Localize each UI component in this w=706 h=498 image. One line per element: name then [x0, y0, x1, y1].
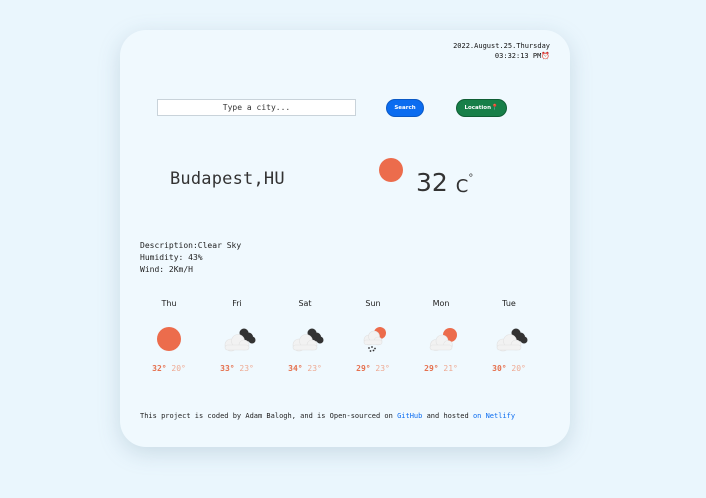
forecast-max: 29° [424, 364, 439, 373]
humidity-row: Humidity: 43% [140, 252, 241, 264]
forecast-min: 23° [375, 364, 390, 373]
current-date: 2022.August.25.Thursday [453, 42, 550, 50]
forecast: Thu 32° 20° Fri 33° 23° Sat 34° 23° Sun … [134, 299, 556, 379]
cloudy-icon [202, 323, 272, 355]
cloudy-icon [270, 323, 340, 355]
forecast-day: Tue 30° 20° [474, 299, 544, 373]
temp-unit: C [455, 176, 469, 197]
forecast-max: 32° [152, 364, 167, 373]
forecast-max: 33° [220, 364, 235, 373]
temp-degree: ° [468, 173, 474, 184]
forecast-min: 20° [171, 364, 186, 373]
github-link[interactable]: GitHub [397, 412, 422, 420]
location-button-label: Location [464, 105, 491, 111]
forecast-temps: 34° 23° [270, 364, 340, 373]
forecast-day: Sun 29° 23° [338, 299, 408, 373]
forecast-temps: 30° 20° [474, 364, 544, 373]
datetime: 2022.August.25.Thursday 03:32:13 PM⏰ [453, 41, 550, 61]
forecast-min: 23° [239, 364, 254, 373]
wind-label: Wind: [140, 265, 169, 274]
forecast-temps: 29° 21° [406, 364, 476, 373]
forecast-temps: 32° 20° [134, 364, 204, 373]
forecast-temps: 29° 23° [338, 364, 408, 373]
current-time: 03:32:13 PM [494, 52, 542, 60]
forecast-day: Thu 32° 20° [134, 299, 204, 373]
forecast-day: Sat 34° 23° [270, 299, 340, 373]
forecast-max: 29° [356, 364, 371, 373]
forecast-max: 30° [492, 364, 507, 373]
forecast-min: 23° [307, 364, 322, 373]
weather-details: Description:Clear Sky Humidity: 43% Wind… [140, 240, 241, 276]
forecast-day-name: Sat [298, 299, 312, 308]
footer: This project is coded by Adam Balogh, an… [140, 412, 515, 420]
city-search-input[interactable] [157, 99, 356, 116]
forecast-min: 20° [511, 364, 526, 373]
footer-text-hosted: and hosted [422, 412, 473, 420]
weather-card: 2022.August.25.Thursday 03:32:13 PM⏰ Sea… [120, 30, 570, 447]
current-time-row: 03:32:13 PM⏰ [453, 51, 550, 61]
forecast-day-name: Sun [365, 299, 381, 308]
search-button-label: Search [394, 105, 416, 111]
description-value: Clear Sky [197, 241, 242, 250]
forecast-max: 34° [288, 364, 303, 373]
forecast-day: Fri 33° 23° [202, 299, 272, 373]
partly-cloudy-icon [406, 323, 476, 355]
search-button[interactable]: Search [386, 99, 424, 117]
description-label: Description: [140, 241, 198, 250]
pin-icon: 📍 [490, 104, 499, 111]
rain-sun-icon [338, 323, 408, 355]
forecast-day: Mon 29° 21° [406, 299, 476, 373]
alarm-clock-icon: ⏰ [541, 52, 550, 60]
forecast-min: 21° [443, 364, 458, 373]
wind-row: Wind: 2Km/H [140, 264, 241, 276]
forecast-temps: 33° 23° [202, 364, 272, 373]
humidity-label: Humidity: [140, 253, 189, 262]
location-button[interactable]: Location📍 [456, 99, 507, 117]
sun-icon [134, 323, 204, 355]
forecast-day-name: Fri [232, 299, 242, 308]
description-row: Description:Clear Sky [140, 240, 241, 252]
cloudy-icon [474, 323, 544, 355]
netlify-link[interactable]: on Netlify [473, 412, 515, 420]
forecast-day-name: Tue [502, 299, 516, 308]
current-temperature: 32 C° [416, 168, 473, 197]
city-name: Budapest,HU [170, 169, 285, 189]
forecast-day-name: Thu [161, 299, 177, 308]
forecast-day-name: Mon [432, 299, 450, 308]
humidity-value: 43% [188, 253, 203, 262]
wind-value: 2Km/H [168, 265, 193, 274]
sun-icon [379, 158, 403, 182]
footer-text: This project is coded by Adam Balogh, an… [140, 412, 398, 420]
temp-value: 32 [416, 168, 448, 197]
